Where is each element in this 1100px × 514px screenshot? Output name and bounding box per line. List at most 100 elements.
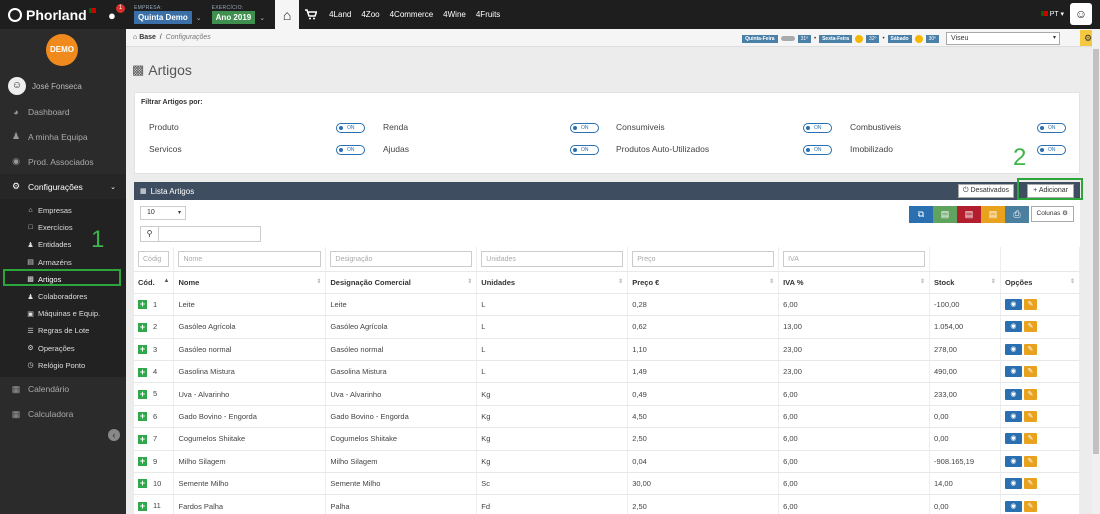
column-header-iva[interactable]: IVA % ⇕ xyxy=(778,271,930,294)
copy-icon[interactable]: ⧉ xyxy=(909,206,933,223)
expand-plus-icon[interactable]: + xyxy=(138,412,147,422)
pdf-icon[interactable]: ▤ xyxy=(957,206,981,223)
app-link-4fruits[interactable]: 4Fruits xyxy=(476,10,500,19)
edit-pencil-icon[interactable]: ✎ xyxy=(1023,321,1037,333)
sidebar-subitem-exercicios[interactable]: □ Exercícios xyxy=(0,219,126,236)
sidebar-subitem-entidades[interactable]: ♟ Entidades xyxy=(0,236,126,253)
sidebar-item-calendario[interactable]: ▦ Calendário xyxy=(0,377,126,402)
view-eye-icon[interactable]: ◉ xyxy=(1004,500,1022,512)
app-link-4commerce[interactable]: 4Commerce xyxy=(390,10,434,19)
filter-unidades-input[interactable]: Unidades xyxy=(481,250,624,267)
sidebar-user[interactable]: ☺ José Fonseca xyxy=(8,77,82,95)
expand-plus-icon[interactable]: + xyxy=(138,300,147,310)
edit-pencil-icon[interactable]: ✎ xyxy=(1023,299,1037,311)
edit-pencil-icon[interactable]: ✎ xyxy=(1023,500,1037,512)
search-input[interactable]: ⚲ xyxy=(140,226,261,242)
collapse-sidebar-icon[interactable]: ‹ xyxy=(108,429,120,441)
cart-button[interactable] xyxy=(299,0,323,29)
sidebar-item-configuracoes[interactable]: ⚙ Configurações ⌄ xyxy=(0,174,126,199)
scrollbar-thumb[interactable] xyxy=(1093,49,1099,454)
column-header-unidades[interactable]: Unidades ⇕ xyxy=(476,271,629,294)
sidebar-subitem-operacoes[interactable]: ⚙ Operações xyxy=(0,340,126,357)
table-row[interactable]: +11 Fardos Palha Palha Fd 2,50 6,00 0,00 ◉ ✎ xyxy=(134,494,1081,514)
app-link-4land[interactable]: 4Land xyxy=(329,10,351,19)
expand-plus-icon[interactable]: + xyxy=(138,345,147,355)
edit-pencil-icon[interactable]: ✎ xyxy=(1023,455,1037,467)
table-row[interactable]: +10 Semente Milho Semente Milho Sc 30,00 6,00… xyxy=(134,472,1081,496)
toggle-combustiveis[interactable]: ON xyxy=(1037,123,1066,133)
sidebar-item-associados[interactable]: ◉ Prod. Associados xyxy=(0,149,126,174)
edit-pencil-icon[interactable]: ✎ xyxy=(1023,478,1037,490)
expand-plus-icon[interactable]: + xyxy=(138,479,147,489)
table-row[interactable]: +3 Gasóleo normal Gasóleo normal L 1,10 23,00… xyxy=(134,338,1081,362)
toggle-imobilizado[interactable]: ON xyxy=(1037,145,1066,155)
view-eye-icon[interactable]: ◉ xyxy=(1004,343,1022,355)
toggle-servicos[interactable]: ON xyxy=(336,145,365,155)
user-avatar[interactable]: ☺ xyxy=(1070,3,1092,25)
toggle-consumiveis[interactable]: ON xyxy=(803,123,832,133)
edit-pencil-icon[interactable]: ✎ xyxy=(1023,343,1037,355)
sidebar-item-dashboard[interactable]: ◕ Dashboard xyxy=(0,99,126,124)
language-select[interactable]: PT ▾ xyxy=(1040,10,1064,18)
column-header-designacao[interactable]: Designação Comercial ⇕ xyxy=(325,271,478,294)
sidebar-subitem-maquinas[interactable]: ▣ Máquinas e Equip. xyxy=(0,305,126,322)
expand-plus-icon[interactable]: + xyxy=(138,389,147,399)
column-header-cod[interactable]: Cód. ▲ xyxy=(134,271,175,294)
toggle-auto-utilizados[interactable]: ON xyxy=(803,145,832,155)
breadcrumb-root[interactable]: ⌂ Base xyxy=(133,34,156,41)
view-eye-icon[interactable]: ◉ xyxy=(1004,388,1022,400)
desativados-button[interactable]: ⏻ Desativados xyxy=(957,184,1014,198)
sidebar-subitem-colaboradores[interactable]: ♟ Colaboradores xyxy=(0,288,126,305)
colunas-button[interactable]: Colunas ⚙ xyxy=(1030,206,1074,222)
view-eye-icon[interactable]: ◉ xyxy=(1004,433,1022,445)
app-link-4wine[interactable]: 4Wine xyxy=(443,10,466,19)
view-eye-icon[interactable]: ◉ xyxy=(1004,478,1022,490)
toggle-ajudas[interactable]: ON xyxy=(570,145,599,155)
print-icon[interactable]: ⎙ xyxy=(1005,206,1029,223)
toggle-renda[interactable]: ON xyxy=(570,123,599,133)
view-eye-icon[interactable]: ◉ xyxy=(1004,455,1022,467)
column-header-preco[interactable]: Preço € ⇕ xyxy=(627,271,780,294)
exercicio-select[interactable]: EXERCÍCIO: Ano 2019 ⌄ xyxy=(211,5,265,24)
view-eye-icon[interactable]: ◉ xyxy=(1004,366,1022,378)
expand-plus-icon[interactable]: + xyxy=(138,367,147,377)
filter-preco-input[interactable]: Preço xyxy=(632,250,775,267)
expand-plus-icon[interactable]: + xyxy=(138,434,147,444)
notifications-button[interactable]: ● 1 xyxy=(108,3,125,23)
empresa-select[interactable]: EMPRESA: Quinta Demo ⌄ xyxy=(134,5,202,24)
sidebar-item-calculadora[interactable]: ▦ Calculadora xyxy=(0,402,126,427)
page-size-select[interactable]: 10 ▾ xyxy=(140,206,186,220)
expand-plus-icon[interactable]: + xyxy=(138,457,147,467)
table-row[interactable]: +9 Milho Silagem Milho Silagem Kg 0,04 6,00 -9… xyxy=(134,450,1081,474)
app-link-4zoo[interactable]: 4Zoo xyxy=(361,10,379,19)
page-scrollbar[interactable] xyxy=(1092,29,1100,514)
excel-icon[interactable]: ▤ xyxy=(981,206,1005,223)
edit-pencil-icon[interactable]: ✎ xyxy=(1023,433,1037,445)
filter-iva-input[interactable]: IVA xyxy=(783,250,925,267)
table-row[interactable]: +5 Uva - Alvarinho Uva - Alvarinho Kg 0,49 6,… xyxy=(134,382,1081,406)
edit-pencil-icon[interactable]: ✎ xyxy=(1023,388,1037,400)
view-eye-icon[interactable]: ◉ xyxy=(1004,321,1022,333)
sidebar-subitem-regras-lote[interactable]: ☰ Regras de Lote xyxy=(0,322,126,339)
filter-designacao-input[interactable]: Designação xyxy=(330,250,473,267)
edit-pencil-icon[interactable]: ✎ xyxy=(1023,366,1037,378)
table-row[interactable]: +4 Gasolina Mistura Gasolina Mistura L 1,49 2… xyxy=(134,360,1081,384)
expand-plus-icon[interactable]: + xyxy=(138,501,147,511)
sidebar-subitem-empresas[interactable]: ⌂ Empresas xyxy=(0,202,126,219)
column-header-stock[interactable]: Stock ⇕ xyxy=(929,271,1001,294)
column-header-nome[interactable]: Nome ⇕ xyxy=(173,271,327,294)
toggle-produto[interactable]: ON xyxy=(336,123,365,133)
table-row[interactable]: +6 Gado Bovino - Engorda Gado Bovino - Eng… xyxy=(134,405,1081,429)
view-eye-icon[interactable]: ◉ xyxy=(1004,299,1022,311)
view-eye-icon[interactable]: ◉ xyxy=(1004,411,1022,423)
sidebar-subitem-relogio[interactable]: ◷ Relógio Ponto xyxy=(0,357,126,374)
city-select[interactable]: Viseu ▾ xyxy=(946,32,1060,45)
table-row[interactable]: +7 Cogumelos Shiitake Cogumelos Shiitake Kg… xyxy=(134,427,1081,451)
home-button[interactable]: ⌂ xyxy=(275,0,300,29)
filter-codigo-input[interactable]: Códig xyxy=(138,250,170,267)
table-row[interactable]: +2 Gasóleo Agrícola Gasóleo Agrícola L 0,62 1… xyxy=(134,315,1081,339)
csv-icon[interactable]: ▤ xyxy=(933,206,957,223)
sidebar-item-equipa[interactable]: ♟ A minha Equipa xyxy=(0,124,126,149)
expand-plus-icon[interactable]: + xyxy=(138,322,147,332)
edit-pencil-icon[interactable]: ✎ xyxy=(1023,411,1037,423)
